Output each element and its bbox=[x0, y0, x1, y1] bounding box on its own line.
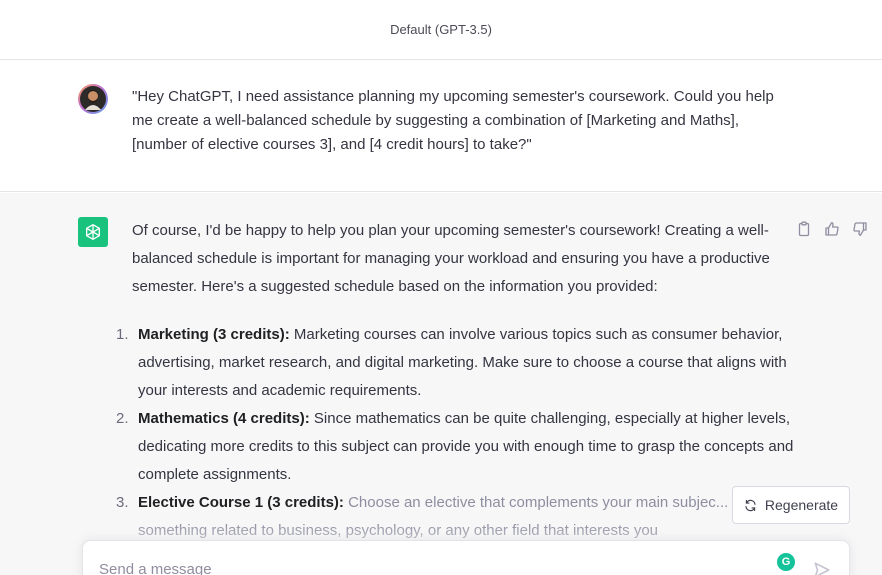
regenerate-button[interactable]: Regenerate bbox=[732, 486, 850, 524]
user-avatar bbox=[78, 84, 108, 114]
list-item: 1. Marketing (3 credits): Marketing cour… bbox=[116, 321, 798, 405]
list-item: 2. Mathematics (4 credits): Since mathem… bbox=[116, 405, 798, 489]
assistant-intro-text: Of course, I'd be happy to help you plan… bbox=[132, 222, 770, 295]
message-actions bbox=[796, 221, 868, 237]
message-input-placeholder: Send a message bbox=[99, 561, 212, 575]
list-item-title: Mathematics (4 credits): bbox=[138, 410, 310, 427]
send-icon[interactable] bbox=[813, 561, 831, 575]
user-message-text: "Hey ChatGPT, I need assistance planning… bbox=[132, 88, 774, 153]
copy-icon[interactable] bbox=[796, 221, 812, 237]
user-message-row: "Hey ChatGPT, I need assistance planning… bbox=[0, 60, 882, 192]
model-label: Default (GPT-3.5) bbox=[390, 22, 492, 37]
course-list: 1. Marketing (3 credits): Marketing cour… bbox=[116, 321, 798, 545]
thumbs-down-icon[interactable] bbox=[852, 221, 868, 237]
refresh-icon bbox=[744, 499, 757, 512]
list-number: 1. bbox=[116, 326, 129, 343]
list-number: 3. bbox=[116, 494, 129, 511]
grammarly-icon[interactable]: G bbox=[777, 553, 795, 571]
thumbs-up-icon[interactable] bbox=[824, 221, 840, 237]
chatgpt-logo-icon bbox=[78, 217, 108, 247]
regenerate-label: Regenerate bbox=[764, 497, 839, 513]
message-input[interactable]: Send a message G bbox=[82, 540, 850, 575]
list-item-title: Elective Course 1 (3 credits): bbox=[138, 494, 344, 511]
list-number: 2. bbox=[116, 410, 129, 427]
grammarly-badge-label: G bbox=[781, 556, 791, 568]
list-item-title: Marketing (3 credits): bbox=[138, 326, 290, 343]
model-header: Default (GPT-3.5) bbox=[0, 0, 882, 60]
